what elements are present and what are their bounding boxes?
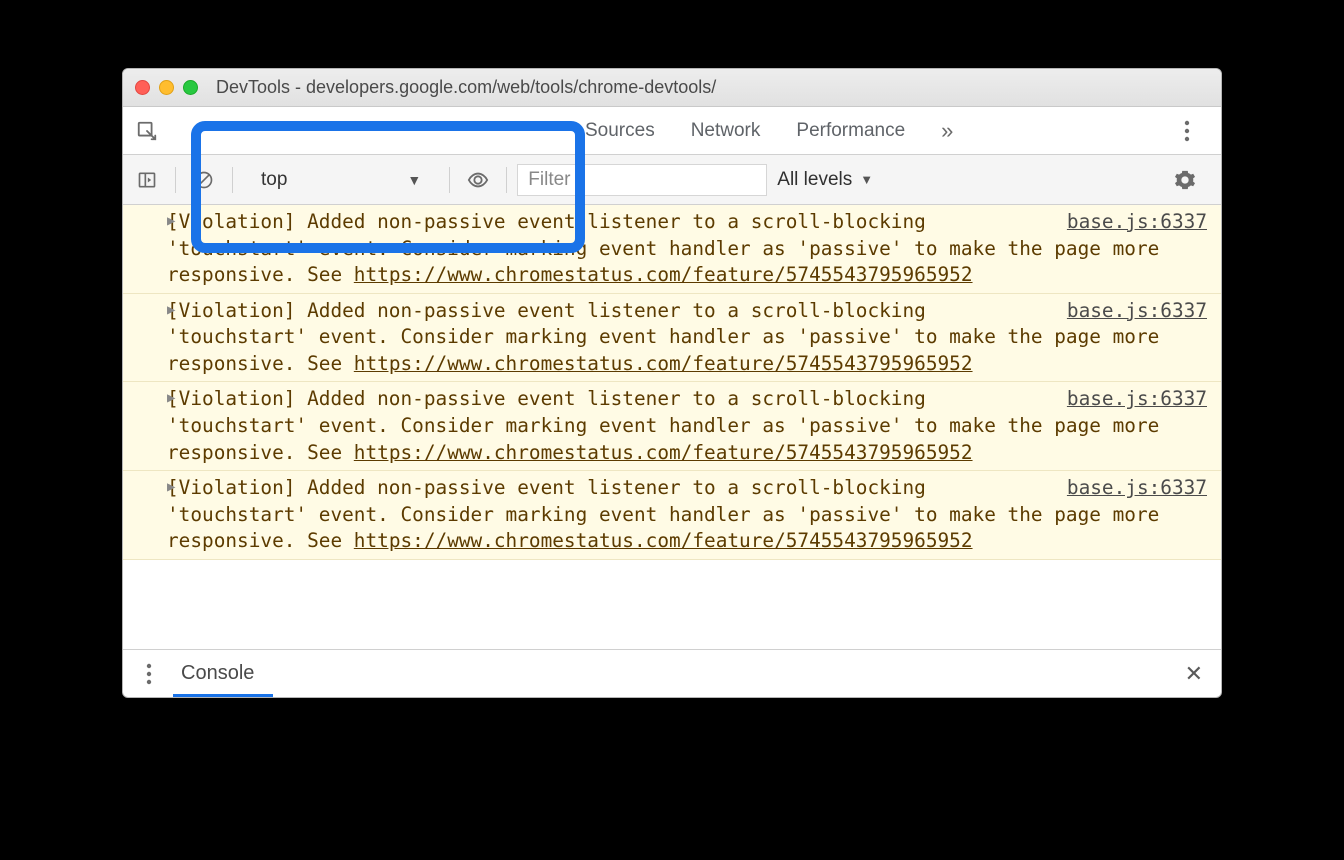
console-messages[interactable]: ▶ base.js:6337 [Violation] Added non-pas… bbox=[123, 205, 1221, 649]
panel-tab-row: Sources Network Performance » bbox=[123, 107, 1221, 155]
tab-network[interactable]: Network bbox=[691, 120, 761, 142]
traffic-lights bbox=[135, 80, 198, 95]
separator bbox=[449, 167, 450, 193]
message-inline-link[interactable]: https://www.chromestatus.com/feature/574… bbox=[354, 529, 973, 552]
log-levels-label: All levels bbox=[777, 169, 852, 191]
minimize-window-button[interactable] bbox=[159, 80, 174, 95]
drawer-tab-console[interactable]: Console bbox=[181, 662, 254, 685]
console-message[interactable]: ▶ base.js:6337 [Violation] Added non-pas… bbox=[123, 471, 1221, 560]
toggle-sidebar-icon[interactable] bbox=[129, 163, 165, 197]
tab-sources[interactable]: Sources bbox=[585, 120, 655, 142]
close-drawer-icon[interactable]: ✕ bbox=[1185, 661, 1203, 687]
message-source-link[interactable]: base.js:6337 bbox=[1067, 386, 1207, 413]
tab-performance[interactable]: Performance bbox=[796, 120, 905, 142]
console-message[interactable]: ▶ base.js:6337 [Violation] Added non-pas… bbox=[123, 205, 1221, 294]
filter-input[interactable] bbox=[528, 169, 756, 191]
separator bbox=[175, 167, 176, 193]
disclosure-icon[interactable]: ▶ bbox=[167, 212, 175, 231]
console-toolbar: top ▼ All levels ▼ bbox=[123, 155, 1221, 205]
console-settings-gear-icon[interactable] bbox=[1167, 163, 1203, 197]
clear-console-icon[interactable] bbox=[186, 163, 222, 197]
titlebar: DevTools - developers.google.com/web/too… bbox=[123, 69, 1221, 107]
dropdown-icon: ▼ bbox=[407, 172, 421, 188]
message-source-link[interactable]: base.js:6337 bbox=[1067, 475, 1207, 502]
console-message[interactable]: ▶ base.js:6337 [Violation] Added non-pas… bbox=[123, 382, 1221, 471]
log-levels-select[interactable]: All levels ▼ bbox=[777, 169, 873, 191]
devtools-window: DevTools - developers.google.com/web/too… bbox=[122, 68, 1222, 698]
message-inline-link[interactable]: https://www.chromestatus.com/feature/574… bbox=[354, 441, 973, 464]
more-tabs-chevron-icon[interactable]: » bbox=[941, 118, 953, 144]
message-source-link[interactable]: base.js:6337 bbox=[1067, 209, 1207, 236]
close-window-button[interactable] bbox=[135, 80, 150, 95]
execution-context-select[interactable]: top ▼ bbox=[243, 169, 439, 191]
window-title: DevTools - developers.google.com/web/too… bbox=[216, 77, 716, 98]
execution-context-label: top bbox=[261, 169, 287, 191]
drawer-bar: Console ✕ bbox=[123, 649, 1221, 697]
separator bbox=[506, 167, 507, 193]
disclosure-icon[interactable]: ▶ bbox=[167, 301, 175, 320]
separator bbox=[232, 167, 233, 193]
disclosure-icon[interactable]: ▶ bbox=[167, 389, 175, 408]
message-inline-link[interactable]: https://www.chromestatus.com/feature/574… bbox=[354, 263, 973, 286]
console-message[interactable]: ▶ base.js:6337 [Violation] Added non-pas… bbox=[123, 294, 1221, 383]
live-expression-icon[interactable] bbox=[460, 163, 496, 197]
disclosure-icon[interactable]: ▶ bbox=[167, 478, 175, 497]
kebab-menu-icon[interactable] bbox=[1169, 114, 1205, 148]
maximize-window-button[interactable] bbox=[183, 80, 198, 95]
inspect-element-icon[interactable] bbox=[129, 114, 165, 148]
panel-tabs: Sources Network Performance bbox=[585, 120, 905, 142]
drawer-menu-icon[interactable] bbox=[131, 657, 167, 691]
message-inline-link[interactable]: https://www.chromestatus.com/feature/574… bbox=[354, 352, 973, 375]
message-source-link[interactable]: base.js:6337 bbox=[1067, 298, 1207, 325]
filter-input-wrap[interactable] bbox=[517, 164, 767, 196]
dropdown-icon: ▼ bbox=[860, 172, 873, 187]
